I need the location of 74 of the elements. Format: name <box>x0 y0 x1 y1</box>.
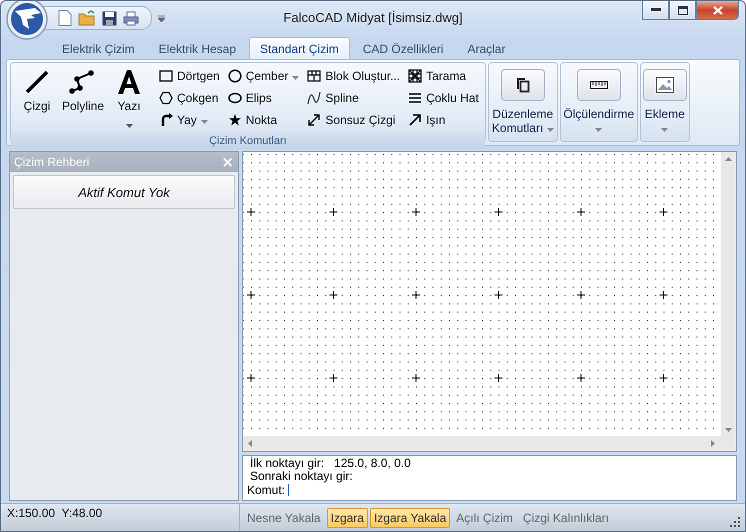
ribbon-small-button[interactable]: Çember <box>226 66 302 86</box>
caret-icon <box>292 76 300 80</box>
ribbon-small-button[interactable]: Çokgen <box>157 88 222 108</box>
ribbon-small-button[interactable]: Blok Oluştur... <box>305 66 402 86</box>
ray-arrow-icon <box>408 113 422 127</box>
close-icon <box>712 6 722 14</box>
group-title: Çizim Komutları <box>11 133 485 149</box>
ribbon-small-button[interactable]: Işın <box>406 110 481 130</box>
ribbon-small-button[interactable]: Tarama <box>406 66 481 86</box>
ribbon-tab[interactable]: Elektrik Hesap <box>148 37 248 59</box>
ribbon-tab[interactable]: Standart Çizim <box>249 37 350 59</box>
save-icon[interactable] <box>102 10 117 26</box>
image-icon <box>656 77 674 93</box>
ribbon-small-button[interactable]: Elips <box>226 88 302 108</box>
customize-caret-icon[interactable] <box>158 14 165 22</box>
ribbon-large-button[interactable]: Çizgi <box>15 65 59 131</box>
command-field[interactable]: İlk noktayı gir: 125.0, 8.0, 0.0 Sonraki noktayı gir: Komut: <box>242 455 737 501</box>
ribbon-small-button[interactable]: Sonsuz Çizgi <box>305 110 402 130</box>
ribbon-tab[interactable]: Elektrik Çizim <box>51 37 146 59</box>
ribbon-small-button[interactable]: Yay <box>157 110 222 130</box>
command-label: Komut: <box>247 483 286 497</box>
caret-icon <box>126 124 132 128</box>
caret-icon <box>661 128 668 132</box>
star-icon <box>228 113 242 127</box>
block-grid-icon <box>307 69 322 83</box>
coordinates-readout: X:150.00 Y:48.00 <box>6 505 104 522</box>
active-command-button[interactable]: Aktif Komut Yok <box>13 175 235 209</box>
ribbon-group-button[interactable]: Düzenleme Komutları <box>488 62 558 142</box>
minimize-icon <box>650 8 660 12</box>
ribbon-small-button[interactable]: Nokta <box>226 110 302 130</box>
app-logo[interactable] <box>5 1 49 41</box>
status-toggle[interactable]: Izgara <box>326 508 368 528</box>
copy-icon <box>516 77 530 93</box>
caret-icon <box>546 128 554 132</box>
close-button[interactable] <box>696 1 739 20</box>
ribbon-tab[interactable]: CAD Özellikleri <box>352 37 454 59</box>
ellipse-icon <box>228 91 242 105</box>
maximize-button[interactable] <box>669 1 696 20</box>
ribbon-small-button[interactable]: Dörtgen <box>157 66 222 86</box>
ribbon-group-button[interactable]: Ekleme <box>640 62 690 142</box>
status-toggle[interactable]: Çizgi Kalınlıkları <box>518 508 613 528</box>
ribbon-small-button[interactable]: Spline <box>305 88 402 108</box>
arc-arrow-icon <box>159 113 173 127</box>
ribbon-large-button[interactable]: Yazı <box>107 65 151 131</box>
printer-icon[interactable] <box>123 10 139 26</box>
caret-icon <box>595 128 602 132</box>
hatch-icon <box>408 69 422 83</box>
ruler-icon <box>590 81 608 89</box>
line-icon <box>24 69 50 95</box>
window-title: FalcoCAD Midyat [İsimsiz.dwg] <box>283 10 463 25</box>
status-toggle[interactable]: Nesne Yakala <box>243 508 325 528</box>
curve-icon <box>307 91 322 105</box>
folder-icon[interactable] <box>78 10 96 26</box>
new-file-icon[interactable] <box>58 10 72 26</box>
ribbon-tab[interactable]: Araçlar <box>456 37 516 59</box>
hexagon-icon <box>159 91 173 105</box>
resize-grip-icon[interactable] <box>729 516 741 528</box>
command-history-line: İlk noktayı gir: 125.0, 8.0, 0.0 <box>249 457 412 470</box>
letter-a-icon <box>116 69 142 95</box>
maximize-icon <box>678 6 688 14</box>
caret-icon <box>200 120 208 124</box>
status-toggle[interactable]: Açılı Çizim <box>452 508 517 528</box>
double-arrow-icon <box>307 113 322 127</box>
ribbon-large-button[interactable]: Polyline <box>61 65 105 131</box>
minimize-button[interactable] <box>642 1 669 20</box>
status-toggle[interactable]: Izgara Yakala <box>370 508 450 528</box>
rectangle-icon <box>159 69 173 83</box>
ribbon-small-button[interactable]: Çoklu Hat <box>406 88 481 108</box>
text-cursor-icon <box>288 484 290 496</box>
ribbon-group-button[interactable]: Ölçülendirme <box>560 62 638 142</box>
circle-icon <box>228 69 242 83</box>
command-history-line: Sonraki noktayı gir: <box>249 470 354 483</box>
panel-title: Çizim Rehberi <box>14 155 90 169</box>
lines-icon <box>408 91 422 105</box>
